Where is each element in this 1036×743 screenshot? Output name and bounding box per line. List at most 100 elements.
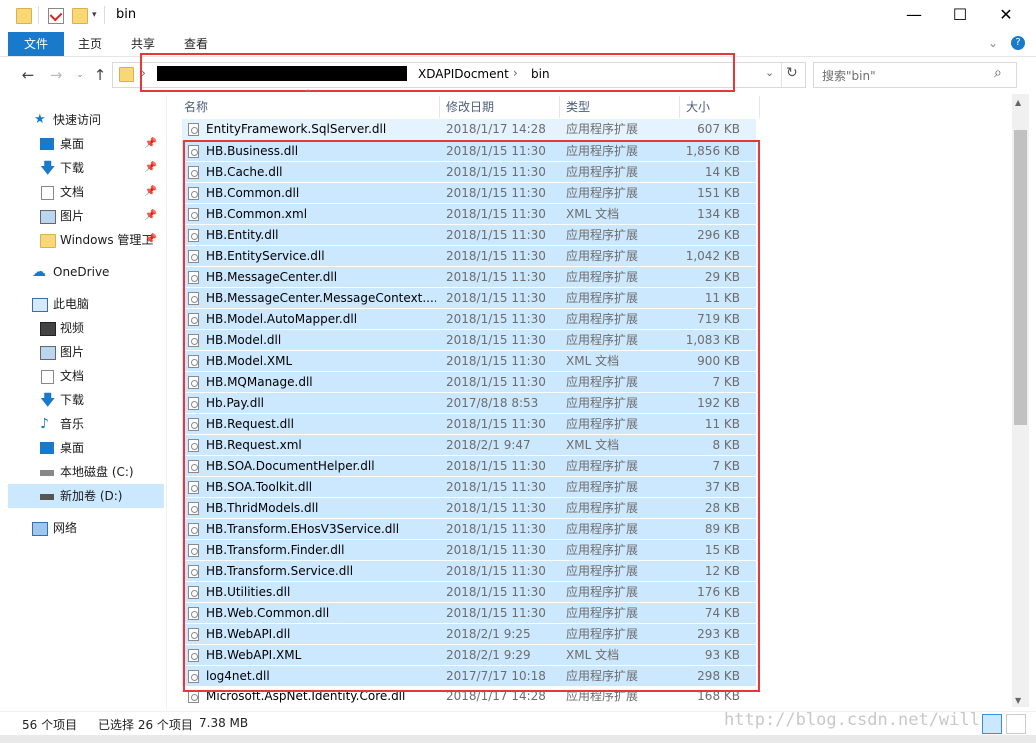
forward-arrow-icon[interactable]: → [46,65,66,85]
tab-file[interactable]: 文件 [8,32,64,56]
nav-downloads[interactable]: 🡇 下载 📌 [0,156,165,180]
file-date: 2018/1/17 14:28 [446,122,546,136]
nav-pictures-pc[interactable]: 图片 [0,340,165,364]
nav-documents[interactable]: 文档 📌 [0,180,165,204]
nav-label: 本地磁盘 (C:) [60,465,134,479]
chevron-down-icon[interactable]: ⌄ [988,36,998,50]
nav-label: 网络 [53,521,78,535]
file-icon [188,123,199,136]
title-bar: ▾ bin — ☐ ✕ [0,0,1036,32]
navigation-pane: ★ 快速访问 桌面 📌 🡇 下载 📌 文档 📌 图片 📌 Windows 管理工… [0,94,166,707]
file-row[interactable]: EntityFramework.SqlServer.dll 2018/1/17 1… [182,119,756,140]
close-button[interactable]: ✕ [983,0,1029,30]
nav-label: Windows 管理工 [60,233,154,247]
download-icon: 🡇 [40,159,56,177]
nav-pictures[interactable]: 图片 📌 [0,204,165,228]
item-count: 56 个项目 [22,718,78,732]
back-arrow-icon[interactable]: ← [18,65,38,85]
nav-label: 桌面 [60,137,85,151]
nav-label: 新加卷 (D:) [60,489,123,503]
nav-downloads-pc[interactable]: 🡇 下载 [0,388,165,412]
divider [104,6,105,24]
video-icon [40,322,56,336]
selected-count: 已选择 26 个项目 [98,718,193,732]
nav-label: 视频 [60,321,85,335]
background-window-strip [0,735,1036,743]
drive-icon [40,470,54,476]
nav-network[interactable]: 网络 [0,516,165,540]
nav-label: 此电脑 [53,297,90,311]
nav-label: 音乐 [60,417,85,431]
music-icon: ♪ [40,416,49,432]
nav-drive-d[interactable]: 新加卷 (D:) [8,484,164,508]
minimize-button[interactable]: — [891,0,937,30]
nav-label: 图片 [60,345,85,359]
divider [38,6,39,24]
pin-icon[interactable]: 📌 [145,156,157,180]
pin-icon[interactable]: 📌 [145,204,157,228]
tab-home[interactable]: 主页 [66,32,114,56]
picture-icon [40,210,56,224]
address-dropdown-icon[interactable]: ⌄ [765,66,774,79]
desktop-icon [40,138,54,150]
properties-icon[interactable] [48,8,64,24]
nav-label: 图片 [60,209,85,223]
nav-this-pc[interactable]: 此电脑 [0,292,165,316]
annotation-box [140,53,735,92]
search-placeholder: 搜索"bin" [822,69,876,83]
up-arrow-icon[interactable]: ↑ [90,65,110,85]
picture-icon [40,346,56,360]
nav-label: 下载 [60,161,85,175]
cloud-icon: ☁ [32,264,46,280]
nav-videos[interactable]: 视频 [0,316,165,340]
scroll-down-icon[interactable]: ▼ [1015,696,1021,705]
nav-music[interactable]: ♪ 音乐 [0,412,165,436]
refresh-icon[interactable]: ↻ [786,65,798,81]
nav-label: OneDrive [53,265,110,279]
scroll-up-icon[interactable]: ▲ [1015,98,1021,107]
folder-icon [40,234,56,248]
search-input[interactable]: 搜索"bin" ⌕ [813,62,1017,88]
folder-icon [16,8,32,24]
pin-icon[interactable]: 📌 [145,180,157,204]
nav-drive-c[interactable]: 本地磁盘 (C:) [0,460,165,484]
computer-icon [32,298,48,312]
download-icon: 🡇 [40,391,56,409]
nav-label: 桌面 [60,441,85,455]
folder-icon [119,67,134,82]
nav-label: 快速访问 [53,113,102,127]
document-icon [41,186,54,200]
nav-windows-admin[interactable]: Windows 管理工 📌 [0,228,165,252]
nav-label: 文档 [60,369,85,383]
help-icon[interactable]: ? [1011,36,1025,50]
nav-label: 文档 [60,185,85,199]
search-icon[interactable]: ⌕ [994,65,1002,81]
nav-onedrive[interactable]: ☁ OneDrive [0,260,165,284]
network-icon [32,522,48,536]
selected-size: 7.38 MB [199,716,249,730]
column-type[interactable]: 类型 [560,96,680,118]
file-name: EntityFramework.SqlServer.dll [206,122,387,136]
star-icon: ★ [34,112,46,127]
recent-chevron-icon[interactable]: ⌄ [70,65,90,85]
nav-quick-access[interactable]: ★ 快速访问 [0,108,165,132]
column-date[interactable]: 修改日期 [440,96,560,118]
column-name[interactable]: 名称 [178,96,440,118]
large-icons-view-icon[interactable] [1006,714,1026,734]
column-header: ⌃ 名称 修改日期 类型 大小 [170,89,766,118]
nav-documents-pc[interactable]: 文档 [0,364,165,388]
pane-divider [166,94,167,708]
maximize-button[interactable]: ☐ [937,0,983,30]
column-size[interactable]: 大小 [680,96,760,118]
desktop-icon [40,442,54,454]
new-folder-icon[interactable] [72,8,88,24]
pin-icon[interactable]: 📌 [145,132,157,156]
window-title: bin [116,7,137,22]
nav-desktop-pc[interactable]: 桌面 [0,436,165,460]
pin-icon[interactable]: 📌 [145,228,157,252]
nav-desktop[interactable]: 桌面 📌 [0,132,165,156]
details-view-icon[interactable] [982,714,1002,734]
annotation-box [183,140,760,692]
document-icon [41,370,54,384]
scrollbar-thumb[interactable] [1014,130,1027,425]
